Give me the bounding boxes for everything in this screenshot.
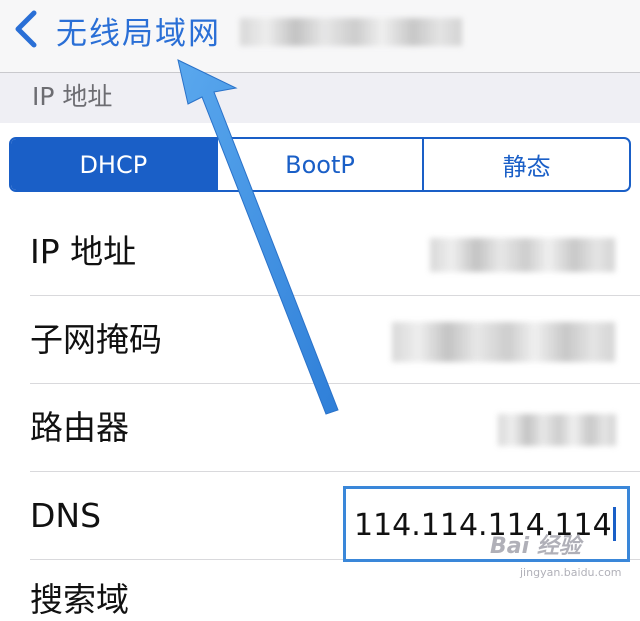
segment-static[interactable]: 静态 (422, 139, 629, 190)
segment-bootp[interactable]: BootP (215, 139, 423, 190)
back-button[interactable] (10, 0, 40, 58)
back-label[interactable]: 无线局域网 (56, 8, 221, 53)
row-label: IP 地址 (30, 232, 137, 271)
ip-mode-segmented-control: DHCP BootP 静态 (9, 137, 631, 192)
segment-dhcp[interactable]: DHCP (11, 139, 216, 190)
chevron-left-icon (15, 10, 37, 48)
row-label: 子网掩码 (30, 320, 162, 359)
network-name-redacted (240, 18, 462, 46)
router-value-redacted (498, 414, 616, 446)
row-label: DNS (30, 496, 102, 535)
row-label: 路由器 (30, 408, 129, 447)
watermark-url: jingyan.baidu.com (520, 566, 622, 579)
row-subnet-mask[interactable]: 子网掩码 (0, 296, 640, 384)
ip-address-value-redacted (430, 238, 615, 272)
dns-input[interactable]: 114.114.114.114 (343, 486, 630, 562)
section-title: IP 地址 (32, 82, 113, 111)
row-router[interactable]: 路由器 (0, 384, 640, 472)
subnet-mask-value-redacted (392, 322, 615, 362)
row-ip-address[interactable]: IP 地址 (0, 208, 640, 296)
text-caret (612, 507, 616, 541)
section-header: IP 地址 (0, 73, 640, 123)
navigation-bar: 无线局域网 (0, 0, 640, 73)
watermark-logo: Bai 经验 (490, 534, 581, 559)
row-label-search-domain[interactable]: 搜索域 (30, 573, 129, 621)
